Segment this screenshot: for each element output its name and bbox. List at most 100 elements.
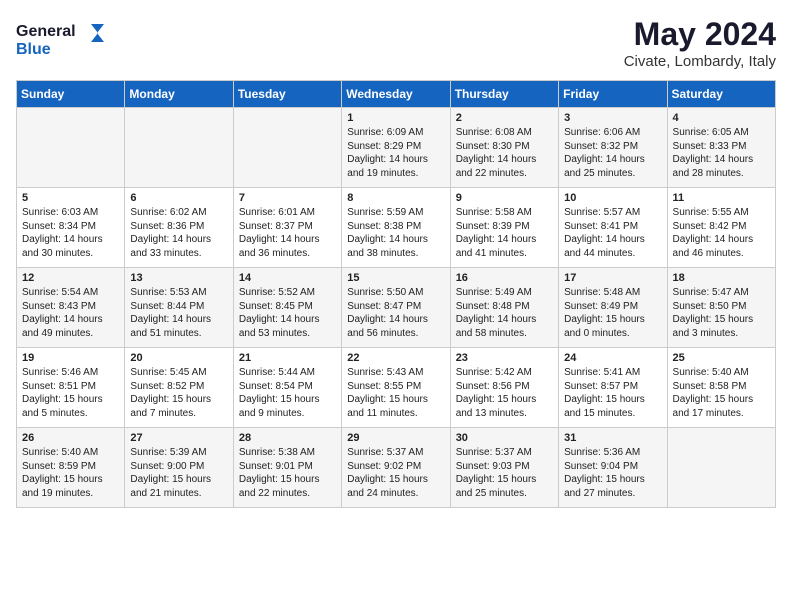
day-number: 1 <box>347 112 444 124</box>
calendar-cell: 8 Sunrise: 5:59 AM Sunset: 8:38 PM Daylig… <box>342 188 450 268</box>
cell-info: Sunrise: 6:06 AM Sunset: 8:32 PM Dayligh… <box>564 126 661 180</box>
calendar-cell: 25 Sunrise: 5:40 AM Sunset: 8:58 PM Dayli… <box>667 348 775 428</box>
cell-info: Sunrise: 5:43 AM Sunset: 8:55 PM Dayligh… <box>347 366 444 420</box>
calendar-cell: 4Sunrise: 6:05 AM Sunset: 8:33 PM Daylig… <box>667 108 775 188</box>
cell-info: Sunrise: 5:49 AM Sunset: 8:48 PM Dayligh… <box>456 286 553 340</box>
calendar-cell: 31 Sunrise: 5:36 AM Sunset: 9:04 PM Dayli… <box>559 428 667 508</box>
cell-info: Sunrise: 6:02 AM Sunset: 8:36 PM Dayligh… <box>130 206 227 260</box>
day-number: 13 <box>130 272 227 284</box>
day-number: 26 <box>22 432 119 444</box>
calendar-cell: 20 Sunrise: 5:45 AM Sunset: 8:52 PM Dayli… <box>125 348 233 428</box>
weekday-header-tuesday: Tuesday <box>233 81 341 108</box>
calendar-cell: 14Sunrise: 5:52 AM Sunset: 8:45 PM Dayli… <box>233 268 341 348</box>
weekday-header-thursday: Thursday <box>450 81 558 108</box>
calendar-cell: 16Sunrise: 5:49 AM Sunset: 8:48 PM Dayli… <box>450 268 558 348</box>
cell-info: Sunrise: 5:52 AM Sunset: 8:45 PM Dayligh… <box>239 286 336 340</box>
calendar-cell: 6 Sunrise: 6:02 AM Sunset: 8:36 PM Daylig… <box>125 188 233 268</box>
calendar-cell: 19 Sunrise: 5:46 AM Sunset: 8:51 PM Dayli… <box>17 348 125 428</box>
weekday-header-row: SundayMondayTuesdayWednesdayThursdayFrid… <box>17 81 776 108</box>
calendar-cell: 28Sunrise: 5:38 AM Sunset: 9:01 PM Dayli… <box>233 428 341 508</box>
calendar-cell: 13 Sunrise: 5:53 AM Sunset: 8:44 PM Dayli… <box>125 268 233 348</box>
day-number: 27 <box>130 432 227 444</box>
cell-info: Sunrise: 5:54 AM Sunset: 8:43 PM Dayligh… <box>22 286 119 340</box>
calendar-cell: 15 Sunrise: 5:50 AM Sunset: 8:47 PM Dayli… <box>342 268 450 348</box>
cell-info: Sunrise: 5:40 AM Sunset: 8:59 PM Dayligh… <box>22 446 119 500</box>
week-row-5: 26 Sunrise: 5:40 AM Sunset: 8:59 PM Dayli… <box>17 428 776 508</box>
calendar-cell: 9Sunrise: 5:58 AM Sunset: 8:39 PM Daylig… <box>450 188 558 268</box>
cell-info: Sunrise: 5:41 AM Sunset: 8:57 PM Dayligh… <box>564 366 661 420</box>
calendar-cell: 10 Sunrise: 5:57 AM Sunset: 8:41 PM Dayli… <box>559 188 667 268</box>
calendar-cell: 29Sunrise: 5:37 AM Sunset: 9:02 PM Dayli… <box>342 428 450 508</box>
calendar-cell: 22 Sunrise: 5:43 AM Sunset: 8:55 PM Dayli… <box>342 348 450 428</box>
logo-svg: General Blue <box>16 16 106 61</box>
week-row-2: 5Sunrise: 6:03 AM Sunset: 8:34 PM Daylig… <box>17 188 776 268</box>
calendar-cell <box>125 108 233 188</box>
weekday-header-sunday: Sunday <box>17 81 125 108</box>
weekday-header-saturday: Saturday <box>667 81 775 108</box>
title-block: May 2024 Civate, Lombardy, Italy <box>624 16 776 70</box>
day-number: 15 <box>347 272 444 284</box>
cell-info: Sunrise: 6:09 AM Sunset: 8:29 PM Dayligh… <box>347 126 444 180</box>
cell-info: Sunrise: 5:38 AM Sunset: 9:01 PM Dayligh… <box>239 446 336 500</box>
calendar-table: SundayMondayTuesdayWednesdayThursdayFrid… <box>16 80 776 508</box>
day-number: 31 <box>564 432 661 444</box>
day-number: 23 <box>456 352 553 364</box>
day-number: 21 <box>239 352 336 364</box>
calendar-cell: 24Sunrise: 5:41 AM Sunset: 8:57 PM Dayli… <box>559 348 667 428</box>
week-row-1: 1 Sunrise: 6:09 AM Sunset: 8:29 PM Daylig… <box>17 108 776 188</box>
day-number: 25 <box>673 352 770 364</box>
cell-info: Sunrise: 5:45 AM Sunset: 8:52 PM Dayligh… <box>130 366 227 420</box>
calendar-cell: 2 Sunrise: 6:08 AM Sunset: 8:30 PM Daylig… <box>450 108 558 188</box>
calendar-cell: 27 Sunrise: 5:39 AM Sunset: 9:00 PM Dayli… <box>125 428 233 508</box>
calendar-cell: 12 Sunrise: 5:54 AM Sunset: 8:43 PM Dayli… <box>17 268 125 348</box>
svg-text:Blue: Blue <box>16 41 51 58</box>
day-number: 12 <box>22 272 119 284</box>
cell-info: Sunrise: 5:44 AM Sunset: 8:54 PM Dayligh… <box>239 366 336 420</box>
cell-info: Sunrise: 5:55 AM Sunset: 8:42 PM Dayligh… <box>673 206 770 260</box>
logo: General Blue <box>16 16 106 61</box>
cell-info: Sunrise: 5:53 AM Sunset: 8:44 PM Dayligh… <box>130 286 227 340</box>
calendar-cell: 5Sunrise: 6:03 AM Sunset: 8:34 PM Daylig… <box>17 188 125 268</box>
month-title: May 2024 <box>624 16 776 53</box>
calendar-cell: 11 Sunrise: 5:55 AM Sunset: 8:42 PM Dayli… <box>667 188 775 268</box>
cell-info: Sunrise: 6:01 AM Sunset: 8:37 PM Dayligh… <box>239 206 336 260</box>
calendar-cell: 1 Sunrise: 6:09 AM Sunset: 8:29 PM Daylig… <box>342 108 450 188</box>
day-number: 17 <box>564 272 661 284</box>
calendar-cell <box>17 108 125 188</box>
cell-info: Sunrise: 5:50 AM Sunset: 8:47 PM Dayligh… <box>347 286 444 340</box>
weekday-header-wednesday: Wednesday <box>342 81 450 108</box>
day-number: 30 <box>456 432 553 444</box>
calendar-cell: 7 Sunrise: 6:01 AM Sunset: 8:37 PM Daylig… <box>233 188 341 268</box>
day-number: 6 <box>130 192 227 204</box>
cell-info: Sunrise: 6:05 AM Sunset: 8:33 PM Dayligh… <box>673 126 770 180</box>
day-number: 19 <box>22 352 119 364</box>
week-row-3: 12 Sunrise: 5:54 AM Sunset: 8:43 PM Dayli… <box>17 268 776 348</box>
week-row-4: 19 Sunrise: 5:46 AM Sunset: 8:51 PM Dayli… <box>17 348 776 428</box>
calendar-cell: 21 Sunrise: 5:44 AM Sunset: 8:54 PM Dayli… <box>233 348 341 428</box>
day-number: 22 <box>347 352 444 364</box>
day-number: 18 <box>673 272 770 284</box>
cell-info: Sunrise: 5:59 AM Sunset: 8:38 PM Dayligh… <box>347 206 444 260</box>
calendar-cell: 17Sunrise: 5:48 AM Sunset: 8:49 PM Dayli… <box>559 268 667 348</box>
calendar-cell: 18Sunrise: 5:47 AM Sunset: 8:50 PM Dayli… <box>667 268 775 348</box>
cell-info: Sunrise: 5:36 AM Sunset: 9:04 PM Dayligh… <box>564 446 661 500</box>
page-header: General Blue May 2024 Civate, Lombardy, … <box>16 16 776 70</box>
day-number: 20 <box>130 352 227 364</box>
calendar-cell <box>667 428 775 508</box>
cell-info: Sunrise: 5:46 AM Sunset: 8:51 PM Dayligh… <box>22 366 119 420</box>
weekday-header-monday: Monday <box>125 81 233 108</box>
cell-info: Sunrise: 6:08 AM Sunset: 8:30 PM Dayligh… <box>456 126 553 180</box>
cell-info: Sunrise: 5:37 AM Sunset: 9:03 PM Dayligh… <box>456 446 553 500</box>
cell-info: Sunrise: 5:37 AM Sunset: 9:02 PM Dayligh… <box>347 446 444 500</box>
cell-info: Sunrise: 5:39 AM Sunset: 9:00 PM Dayligh… <box>130 446 227 500</box>
weekday-header-friday: Friday <box>559 81 667 108</box>
cell-info: Sunrise: 5:40 AM Sunset: 8:58 PM Dayligh… <box>673 366 770 420</box>
day-number: 7 <box>239 192 336 204</box>
day-number: 5 <box>22 192 119 204</box>
day-number: 2 <box>456 112 553 124</box>
cell-info: Sunrise: 5:57 AM Sunset: 8:41 PM Dayligh… <box>564 206 661 260</box>
calendar-cell: 3Sunrise: 6:06 AM Sunset: 8:32 PM Daylig… <box>559 108 667 188</box>
day-number: 8 <box>347 192 444 204</box>
day-number: 10 <box>564 192 661 204</box>
day-number: 11 <box>673 192 770 204</box>
